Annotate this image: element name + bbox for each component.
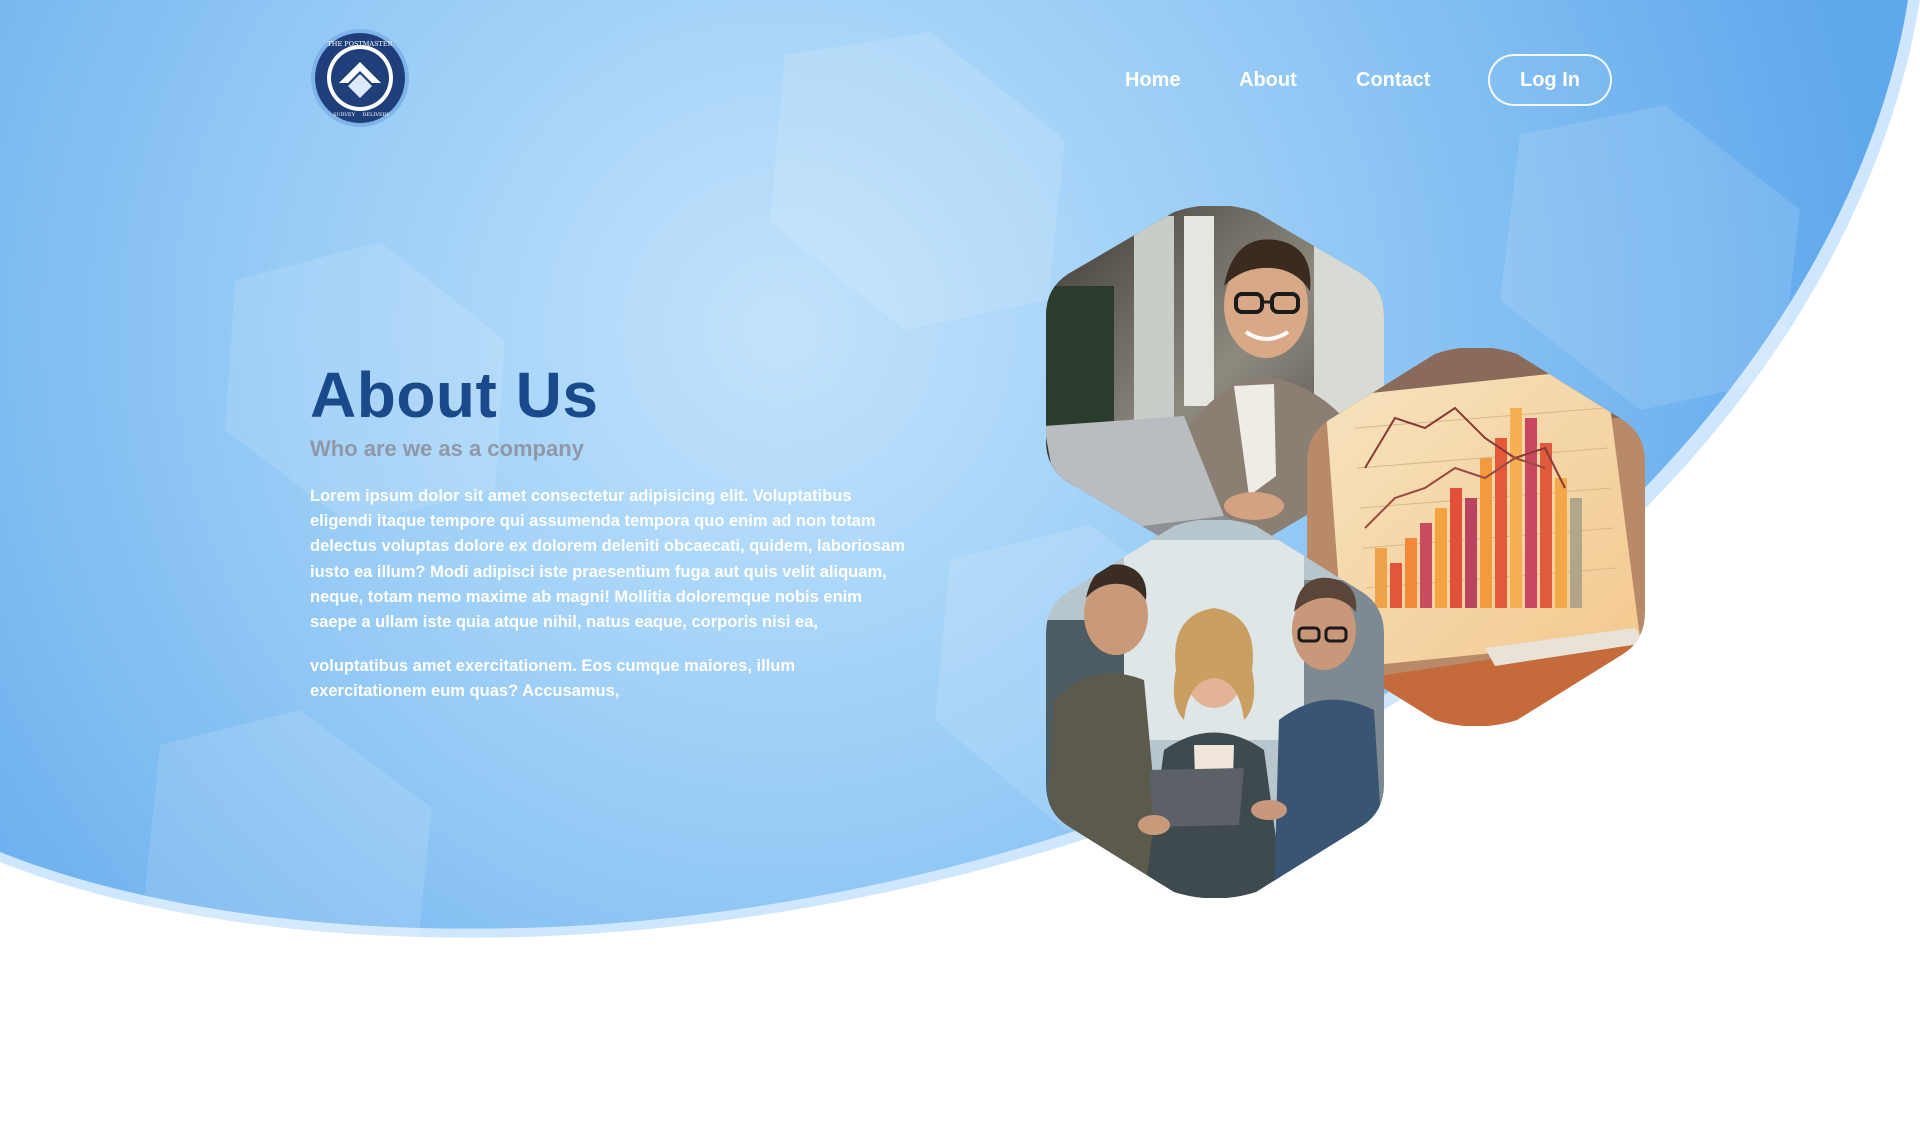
about-section: About Us Who are we as a company Lorem i… <box>310 355 910 705</box>
nav-contact-link[interactable]: Contact <box>1356 69 1430 92</box>
about-paragraph-1: Lorem ipsum dolor sit amet consectetur a… <box>310 487 906 632</box>
svg-text:DELIVERY: DELIVERY <box>362 112 390 118</box>
brand-logo[interactable]: THE POSTMASTER SURVEY DELIVERY <box>310 28 410 128</box>
page-subtitle: Who are we as a company <box>310 436 584 461</box>
login-button[interactable]: Log In <box>1488 54 1612 106</box>
image-team-with-tablet <box>1044 520 1386 898</box>
svg-text:SURVEY: SURVEY <box>333 112 355 118</box>
nav-about-link[interactable]: About <box>1239 69 1297 92</box>
about-paragraph-2: voluptatibus amet exercitationem. Eos cu… <box>310 657 796 701</box>
page-title: About Us <box>310 359 599 431</box>
nav-home-link[interactable]: Home <box>1125 69 1181 92</box>
svg-text:THE POSTMASTER: THE POSTMASTER <box>327 40 393 48</box>
